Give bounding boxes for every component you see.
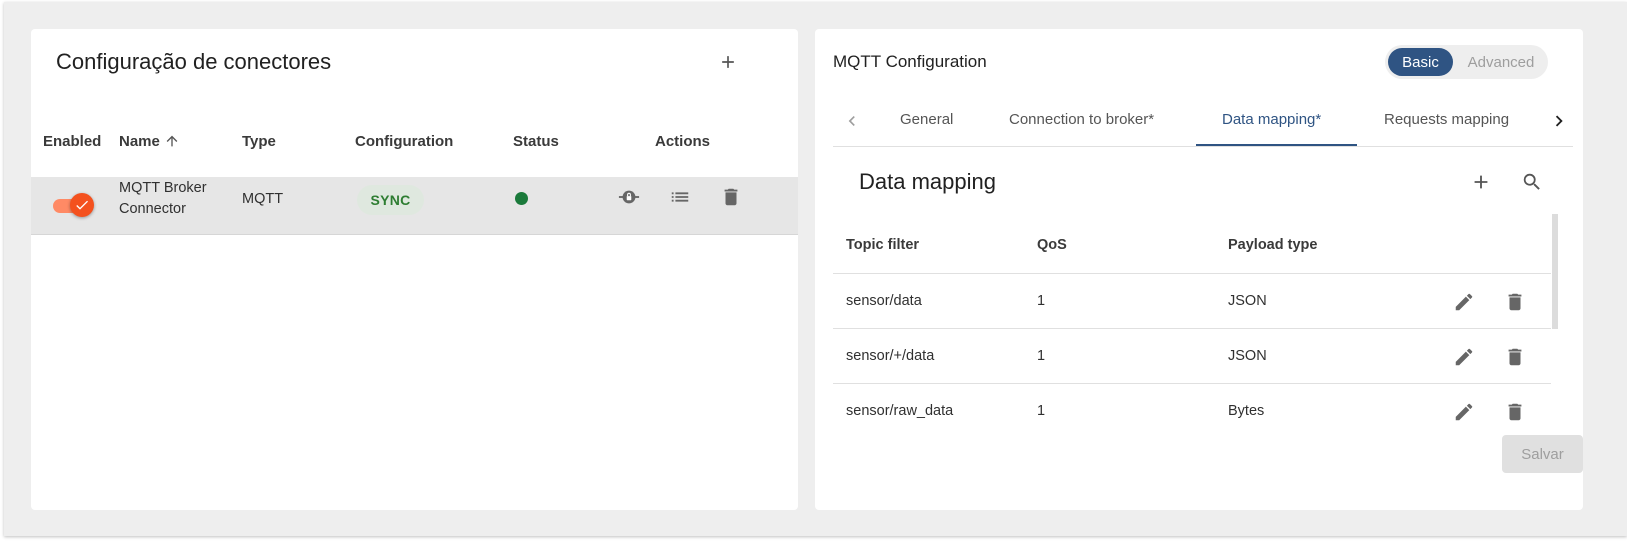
delete-icon xyxy=(1504,291,1526,313)
data-mapping-title: Data mapping xyxy=(859,169,996,194)
qos-cell: 1 xyxy=(1037,293,1046,309)
delete-icon xyxy=(1504,346,1526,368)
qos-cell: 1 xyxy=(1037,348,1046,364)
topic-filter-cell: sensor/data xyxy=(846,293,922,309)
pencil-icon xyxy=(1453,401,1475,423)
plus-icon xyxy=(718,52,738,72)
add-connector-button[interactable] xyxy=(713,47,743,77)
column-header-enabled[interactable]: Enabled xyxy=(43,133,101,150)
chevron-left-icon xyxy=(842,111,862,131)
column-header-status[interactable]: Status xyxy=(513,133,559,150)
active-tab-indicator xyxy=(1196,144,1357,146)
lock-icon xyxy=(618,186,640,208)
qos-cell: 1 xyxy=(1037,403,1046,419)
configuration-title: MQTT Configuration xyxy=(833,52,987,71)
delete-connector-button[interactable] xyxy=(717,183,745,211)
column-header-payload-type: Payload type xyxy=(1228,237,1318,253)
column-header-actions: Actions xyxy=(655,133,711,150)
save-button[interactable]: Salvar xyxy=(1502,435,1583,473)
mode-advanced-button[interactable]: Advanced xyxy=(1457,48,1545,76)
topic-filter-cell: sensor/+/data xyxy=(846,348,935,364)
tab-requests-mapping[interactable]: Requests mapping xyxy=(1384,111,1509,128)
connectors-card: Configuração de conectores Enabled Name … xyxy=(31,29,798,510)
payload-type-cell: JSON xyxy=(1228,348,1267,364)
status-indicator xyxy=(515,192,528,205)
tab-connection-to-broker[interactable]: Connection to broker* xyxy=(1009,111,1154,128)
tab-data-mapping[interactable]: Data mapping* xyxy=(1222,111,1321,128)
plus-icon xyxy=(1470,171,1492,193)
connector-name-line2: Connector xyxy=(119,201,186,217)
mapping-scrollbar[interactable] xyxy=(1552,214,1558,329)
enabled-toggle[interactable] xyxy=(53,191,94,221)
pencil-icon xyxy=(1453,346,1475,368)
delete-icon xyxy=(720,186,742,208)
edit-mapping-button[interactable] xyxy=(1450,398,1478,426)
add-mapping-button[interactable] xyxy=(1466,167,1496,197)
column-header-qos: QoS xyxy=(1037,237,1067,253)
remote-logs-button[interactable] xyxy=(615,183,643,211)
tabs-scroll-right-button[interactable] xyxy=(1547,109,1571,133)
delete-icon xyxy=(1504,401,1526,423)
column-header-type[interactable]: Type xyxy=(242,133,276,150)
column-header-name[interactable]: Name xyxy=(119,133,160,150)
arrow-up-icon[interactable] xyxy=(164,133,180,149)
tabs-divider xyxy=(833,146,1573,147)
header-divider xyxy=(833,273,1551,274)
column-header-topic-filter: Topic filter xyxy=(846,237,920,253)
edit-mapping-button[interactable] xyxy=(1450,343,1478,371)
connector-type: MQTT xyxy=(242,191,284,207)
delete-mapping-button[interactable] xyxy=(1501,288,1529,316)
delete-mapping-button[interactable] xyxy=(1501,398,1529,426)
payload-type-cell: Bytes xyxy=(1228,403,1265,419)
tab-general[interactable]: General xyxy=(900,111,953,128)
tabs-scroll-left-button[interactable] xyxy=(840,109,864,133)
edit-mapping-button[interactable] xyxy=(1450,288,1478,316)
search-icon xyxy=(1521,171,1543,193)
topic-filter-cell: sensor/raw_data xyxy=(846,403,954,419)
search-mapping-button[interactable] xyxy=(1517,167,1547,197)
delete-mapping-button[interactable] xyxy=(1501,343,1529,371)
pencil-icon xyxy=(1453,291,1475,313)
connector-name-line1: MQTT Broker xyxy=(119,180,207,196)
row-divider xyxy=(833,328,1551,329)
chevron-right-icon xyxy=(1548,110,1570,132)
toggle-thumb xyxy=(70,193,94,217)
payload-type-cell: JSON xyxy=(1228,293,1267,309)
row-divider xyxy=(833,383,1551,384)
logs-button[interactable] xyxy=(666,183,694,211)
mode-basic-button[interactable]: Basic xyxy=(1388,48,1453,76)
mode-toggle: Basic Advanced xyxy=(1385,45,1548,79)
column-header-configuration[interactable]: Configuration xyxy=(355,133,453,150)
mqtt-configuration-card: MQTT Configuration Basic Advanced Genera… xyxy=(815,29,1583,510)
list-icon xyxy=(669,186,691,208)
connectors-title: Configuração de conectores xyxy=(56,49,332,74)
configuration-status-chip: SYNC xyxy=(357,185,424,215)
check-icon xyxy=(74,197,90,213)
